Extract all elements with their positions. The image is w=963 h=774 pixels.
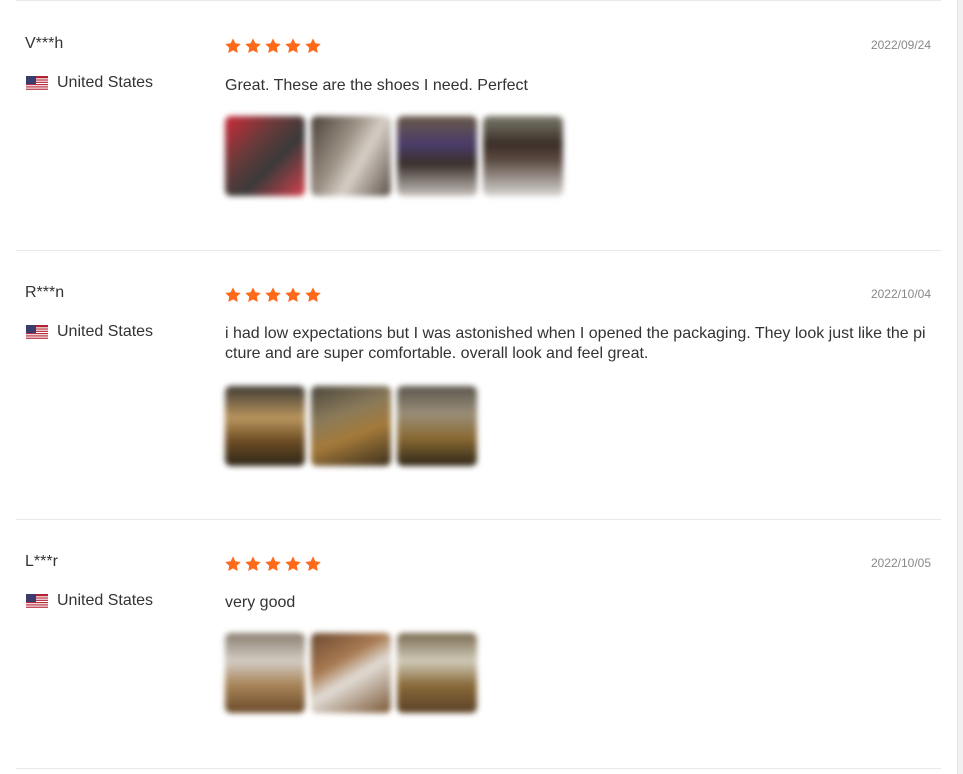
review-item: R***n United States 2022/10/04 i had low… <box>16 250 941 520</box>
review-photo[interactable] <box>311 386 391 466</box>
review-text: Great. These are the shoes I need. Perfe… <box>225 77 528 94</box>
reviewer-country: United States <box>26 74 153 92</box>
star-icon <box>245 556 261 572</box>
review-date: 2022/10/05 <box>870 556 931 570</box>
scrollbar[interactable] <box>957 0 963 774</box>
review-photo[interactable] <box>397 386 477 466</box>
reviewer-country: United States <box>26 323 153 341</box>
star-rating <box>224 37 322 55</box>
review-item: V***h United States 2022/09/24 Great. Th… <box>16 0 941 251</box>
star-icon <box>305 38 321 54</box>
review-photo[interactable] <box>483 116 563 196</box>
star-icon <box>285 38 301 54</box>
reviewer-country: United States <box>26 592 153 610</box>
us-flag-icon <box>26 324 48 340</box>
review-date: 2022/10/04 <box>870 287 931 301</box>
star-icon <box>265 38 281 54</box>
review-photo[interactable] <box>311 116 391 196</box>
star-rating <box>224 555 322 573</box>
review-photo[interactable] <box>225 116 305 196</box>
us-flag-icon <box>26 75 48 91</box>
star-icon <box>305 287 321 303</box>
review-photo[interactable] <box>397 116 477 196</box>
star-icon <box>245 287 261 303</box>
review-text: i had low expectations but I was astonis… <box>225 325 926 362</box>
star-icon <box>225 556 241 572</box>
star-icon <box>265 556 281 572</box>
review-date: 2022/09/24 <box>870 38 931 52</box>
star-icon <box>265 287 281 303</box>
review-photo[interactable] <box>225 633 305 713</box>
star-icon <box>305 556 321 572</box>
star-icon <box>225 38 241 54</box>
reviewer-name: R***n <box>25 284 65 301</box>
review-photos <box>225 386 477 466</box>
star-rating <box>224 286 322 304</box>
review-photos <box>225 116 563 196</box>
review-photos <box>225 633 477 713</box>
review-text: very good <box>225 594 296 611</box>
star-icon <box>245 38 261 54</box>
country-label: United States <box>57 323 154 340</box>
star-icon <box>285 556 301 572</box>
us-flag-icon <box>26 593 48 609</box>
country-label: United States <box>57 74 154 91</box>
country-label: United States <box>57 592 154 609</box>
review-photo[interactable] <box>311 633 391 713</box>
star-icon <box>285 287 301 303</box>
star-icon <box>225 287 241 303</box>
review-photo[interactable] <box>225 386 305 466</box>
reviewer-name: L***r <box>25 553 58 570</box>
reviewer-name: V***h <box>25 35 64 52</box>
review-photo[interactable] <box>397 633 477 713</box>
review-item: L***r United States 2022/10/05 very good <box>16 519 941 769</box>
